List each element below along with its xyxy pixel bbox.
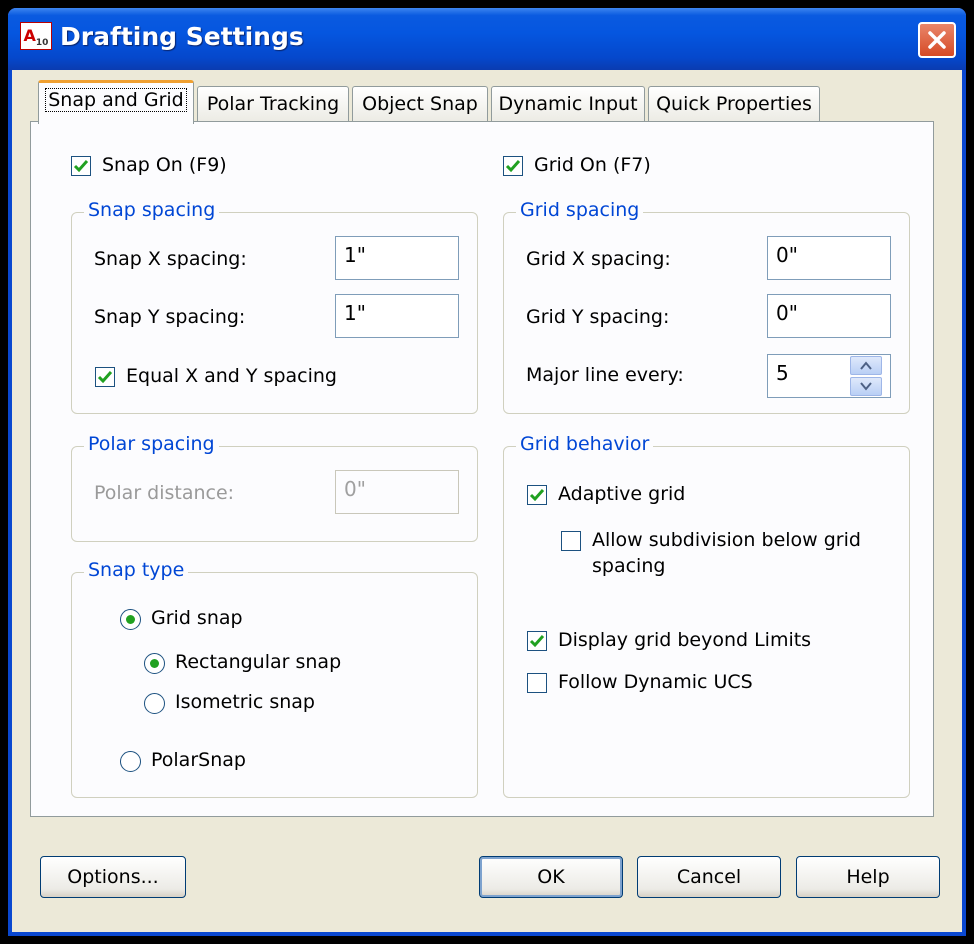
grid-behavior-title: Grid behavior [516,433,654,455]
allow-subdivision-label-cont[interactable]: spacing [592,555,665,577]
allow-subdivision-checkbox[interactable] [561,531,581,551]
grid-x-spacing-label: Grid X spacing: [526,248,671,270]
grid-on-checkbox[interactable] [503,156,523,176]
grid-snap-label[interactable]: Grid snap [151,607,243,629]
rectangular-snap-label[interactable]: Rectangular snap [175,651,341,673]
isometric-snap-label[interactable]: Isometric snap [175,691,315,713]
panel-content: Snap On (F9) Grid On (F7) Snap spacing S… [0,0,974,944]
adaptive-grid-checkbox[interactable] [527,485,547,505]
snap-spacing-title: Snap spacing [84,199,220,221]
polar-distance-input[interactable]: 0" [335,470,459,514]
polar-distance-label: Polar distance: [94,482,235,504]
major-line-stepper[interactable] [850,356,882,396]
snap-on-label[interactable]: Snap On (F9) [102,154,227,176]
options-button[interactable]: Options... [40,856,186,898]
follow-dynamic-ucs-checkbox[interactable] [527,673,547,693]
radio-selected-dot [126,615,135,624]
allow-subdivision-label[interactable]: Allow subdivision below grid [592,529,861,551]
checkmark-icon [73,160,89,173]
snap-x-spacing-label: Snap X spacing: [94,248,247,270]
checkmark-icon [529,489,545,502]
checkmark-icon [97,371,113,384]
stepper-down-button[interactable] [850,377,882,396]
polar-spacing-title: Polar spacing [84,433,219,455]
polarsnap-label[interactable]: PolarSnap [151,749,246,771]
snap-y-spacing-label: Snap Y spacing: [94,306,246,328]
rectangular-snap-radio[interactable] [144,653,165,674]
grid-y-spacing-input[interactable]: 0" [767,294,891,338]
snap-on-checkbox[interactable] [71,156,91,176]
isometric-snap-radio[interactable] [144,693,165,714]
follow-dynamic-ucs-label[interactable]: Follow Dynamic UCS [558,671,753,693]
checkmark-icon [529,635,545,648]
display-grid-beyond-limits-label[interactable]: Display grid beyond Limits [558,629,811,651]
help-button[interactable]: Help [796,856,940,898]
grid-y-spacing-label: Grid Y spacing: [526,306,670,328]
polarsnap-radio[interactable] [120,751,141,772]
snap-x-spacing-input[interactable]: 1" [335,236,459,280]
snap-y-spacing-input[interactable]: 1" [335,294,459,338]
radio-selected-dot [150,659,159,668]
cancel-button[interactable]: Cancel [637,856,781,898]
arrow-down-icon [860,382,872,391]
stepper-up-button[interactable] [850,356,882,375]
grid-spacing-title: Grid spacing [516,199,644,221]
adaptive-grid-label[interactable]: Adaptive grid [558,483,685,505]
equal-xy-spacing-checkbox[interactable] [95,367,115,387]
major-line-every-label: Major line every: [526,364,684,386]
equal-xy-spacing-label[interactable]: Equal X and Y spacing [126,365,337,387]
snap-type-title: Snap type [84,559,189,581]
grid-on-label[interactable]: Grid On (F7) [534,154,651,176]
arrow-up-icon [860,361,872,370]
checkmark-icon [505,160,521,173]
grid-x-spacing-input[interactable]: 0" [767,236,891,280]
display-grid-beyond-limits-checkbox[interactable] [527,631,547,651]
grid-snap-radio[interactable] [120,609,141,630]
ok-button[interactable]: OK [479,856,623,898]
